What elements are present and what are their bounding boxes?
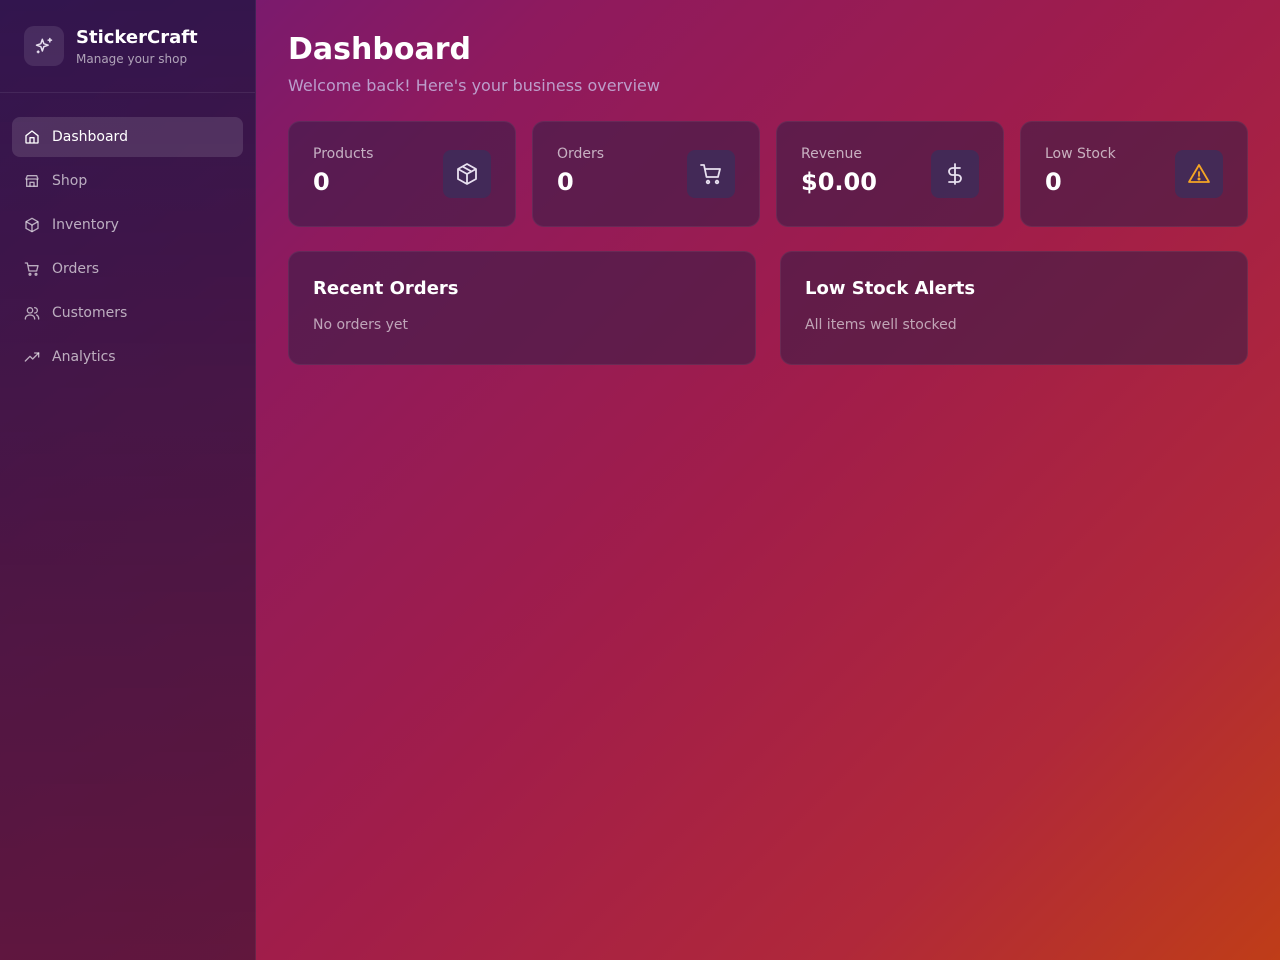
stat-card-orders[interactable]: Orders 0 bbox=[532, 121, 760, 227]
sidebar-item-label: Inventory bbox=[52, 217, 119, 233]
box-icon bbox=[24, 217, 40, 233]
box-icon bbox=[443, 150, 491, 198]
cart-icon bbox=[687, 150, 735, 198]
empty-state-text: All items well stocked bbox=[805, 317, 957, 333]
stats-row: Products 0 Orders 0 Revenue $0.00 Low St… bbox=[288, 121, 1248, 227]
sidebar: StickerCraft Manage your shop Dashboard … bbox=[0, 0, 256, 960]
page-subtitle: Welcome back! Here's your business overv… bbox=[288, 76, 660, 95]
stat-card-low-stock[interactable]: Low Stock 0 bbox=[1020, 121, 1248, 227]
sidebar-item-inventory[interactable]: Inventory bbox=[12, 205, 243, 245]
dollar-icon bbox=[931, 150, 979, 198]
sidebar-item-analytics[interactable]: Analytics bbox=[12, 337, 243, 377]
warning-icon bbox=[1175, 150, 1223, 198]
low-stock-alerts-panel: Low Stock Alerts All items well stocked bbox=[780, 251, 1248, 365]
brand-subtitle: Manage your shop bbox=[76, 51, 188, 66]
sparkles-icon[interactable] bbox=[24, 26, 64, 66]
sidebar-nav: Dashboard Shop Inventory Orders Customer… bbox=[0, 93, 255, 405]
cart-icon bbox=[24, 261, 40, 277]
stat-card-revenue[interactable]: Revenue $0.00 bbox=[776, 121, 1004, 227]
recent-orders-panel: Recent Orders No orders yet bbox=[288, 251, 756, 365]
home-icon bbox=[24, 129, 40, 145]
sidebar-item-shop[interactable]: Shop bbox=[12, 161, 243, 201]
empty-state-text: No orders yet bbox=[313, 317, 408, 333]
users-icon bbox=[24, 305, 40, 321]
sidebar-item-label: Customers bbox=[52, 305, 128, 321]
panels-row: Recent Orders No orders yet Low Stock Al… bbox=[288, 251, 1248, 365]
sidebar-item-label: Analytics bbox=[52, 349, 116, 365]
sidebar-item-label: Dashboard bbox=[52, 129, 128, 145]
store-icon bbox=[24, 173, 40, 189]
sidebar-item-orders[interactable]: Orders bbox=[12, 249, 243, 289]
panel-title: Low Stock Alerts bbox=[805, 278, 976, 299]
main-content: Dashboard Welcome back! Here's your busi… bbox=[288, 0, 1248, 365]
sidebar-item-dashboard[interactable]: Dashboard bbox=[12, 117, 243, 157]
page-title: Dashboard bbox=[288, 32, 471, 67]
sidebar-item-label: Orders bbox=[52, 261, 100, 277]
brand-name: StickerCraft bbox=[76, 26, 198, 48]
stat-card-products[interactable]: Products 0 bbox=[288, 121, 516, 227]
brand: StickerCraft Manage your shop bbox=[0, 0, 255, 93]
sidebar-item-label: Shop bbox=[52, 173, 88, 189]
panel-title: Recent Orders bbox=[313, 278, 459, 299]
trending-up-icon bbox=[24, 349, 40, 365]
sidebar-item-customers[interactable]: Customers bbox=[12, 293, 243, 333]
